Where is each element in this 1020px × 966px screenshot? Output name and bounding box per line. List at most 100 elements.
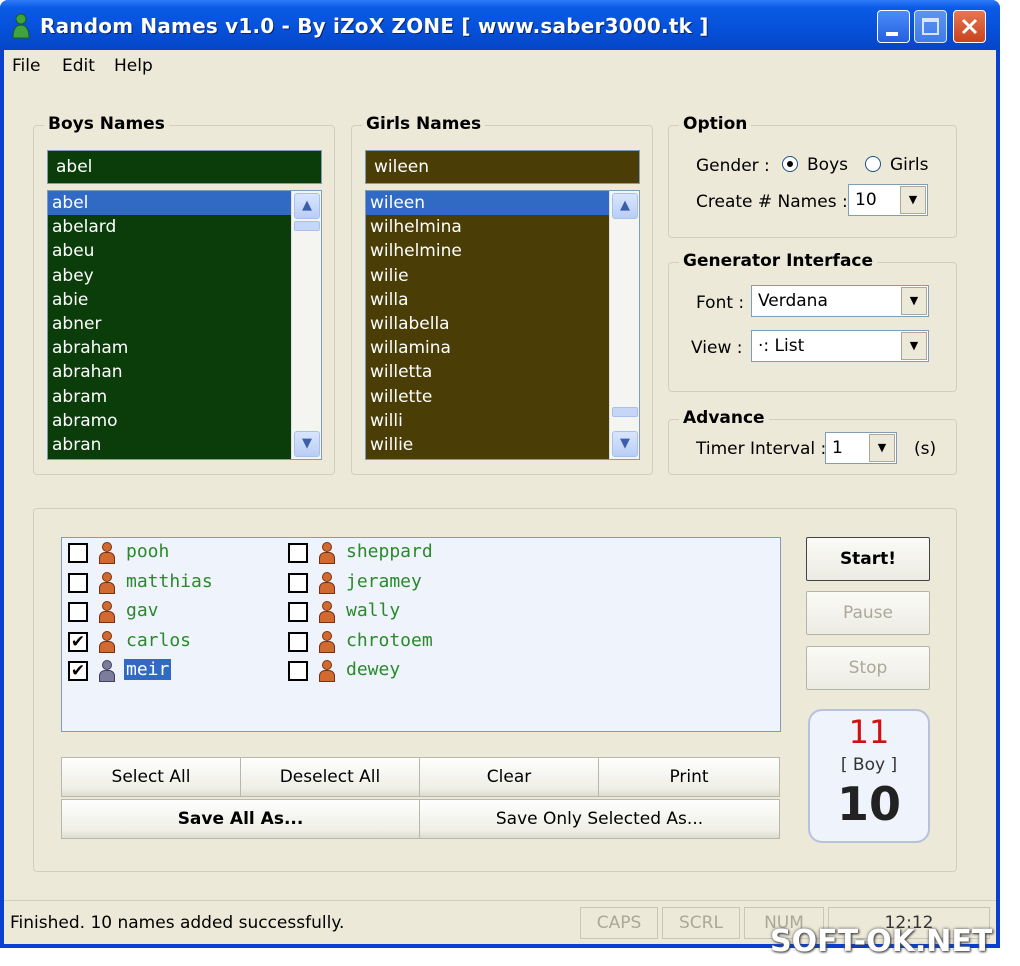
timer-interval-select[interactable]: 1 ▼	[825, 432, 897, 464]
stop-button[interactable]: Stop	[806, 646, 930, 690]
generated-name[interactable]: pooh	[124, 541, 171, 562]
girls-names-group: Girls Names wileen wileen wilhelmina wilhe…	[351, 114, 653, 475]
save-all-button[interactable]: Save All As...	[61, 799, 420, 839]
boys-list-item[interactable]: abram	[48, 385, 291, 409]
gender-girls-label[interactable]: Girls	[890, 155, 928, 175]
create-names-select[interactable]: 10 ▼	[848, 184, 928, 216]
boys-scrollbar[interactable]: ▲ ▼	[291, 191, 321, 459]
font-value: Verdana	[758, 291, 828, 311]
caps-indicator: CAPS	[580, 907, 658, 939]
girls-scroll-down-button[interactable]: ▼	[612, 431, 638, 457]
girls-list-item[interactable]: willetta	[366, 360, 609, 384]
title-bar[interactable]: Random Names v1.0 - By iZoX ZONE [ www.s…	[0, 0, 1000, 50]
generated-name[interactable]: matthias	[124, 571, 215, 592]
view-select[interactable]: ·: List ▼	[751, 330, 929, 362]
boys-scroll-thumb[interactable]	[294, 221, 320, 231]
girls-list-item[interactable]: willi	[366, 409, 609, 433]
girls-scrollbar[interactable]: ▲ ▼	[609, 191, 639, 459]
menu-edit[interactable]: Edit	[62, 56, 95, 76]
minimize-button[interactable]	[877, 10, 910, 43]
girls-list-item[interactable]: willa	[366, 288, 609, 312]
pause-button[interactable]: Pause	[806, 591, 930, 635]
name-checkbox[interactable]: ✔	[68, 631, 88, 652]
boys-list-item[interactable]: abeu	[48, 239, 291, 263]
create-names-label: Create # Names :	[696, 192, 848, 212]
girls-list-item[interactable]: willie	[366, 433, 609, 457]
girls-scroll-thumb[interactable]	[612, 407, 638, 417]
font-label: Font :	[696, 293, 745, 313]
girls-list-item[interactable]: wilhelmine	[366, 239, 609, 263]
view-label: View :	[691, 338, 743, 358]
boys-list-item[interactable]: abran	[48, 433, 291, 457]
start-button[interactable]: Start!	[806, 537, 930, 581]
maximize-button[interactable]	[914, 10, 947, 43]
watermark: SOFT-OK.NET	[770, 924, 993, 959]
boys-list-item[interactable]: abramo	[48, 409, 291, 433]
boys-name-input[interactable]: abel	[47, 150, 322, 184]
select-all-button[interactable]: Select All	[61, 757, 241, 797]
boys-scroll-up-button[interactable]: ▲	[294, 193, 320, 219]
dropdown-arrow-icon[interactable]: ▼	[901, 332, 927, 360]
girls-name-input[interactable]: wileen	[365, 150, 640, 184]
dropdown-arrow-icon[interactable]: ▼	[869, 434, 895, 462]
deselect-all-button[interactable]: Deselect All	[240, 757, 420, 797]
dropdown-arrow-icon[interactable]: ▼	[900, 186, 926, 214]
girls-list-item[interactable]: wileen	[366, 191, 609, 216]
girls-list-item[interactable]: willabella	[366, 312, 609, 336]
person-icon	[98, 571, 116, 594]
name-checkbox[interactable]	[68, 602, 88, 622]
generated-name[interactable]: carlos	[124, 630, 193, 651]
girls-names-list[interactable]: wileen wilhelmina wilhelmine wilie willa will…	[365, 190, 640, 460]
boys-list-item[interactable]: abel	[48, 191, 291, 216]
name-checkbox[interactable]	[68, 543, 88, 563]
name-checkbox[interactable]	[288, 572, 308, 593]
girls-list-item[interactable]: wilie	[366, 264, 609, 288]
timer-unit-label: (s)	[914, 439, 937, 459]
dropdown-arrow-icon[interactable]: ▼	[901, 287, 927, 315]
app-window: Random Names v1.0 - By iZoX ZONE [ www.s…	[0, 0, 1000, 948]
boys-list-item[interactable]: abraham	[48, 336, 291, 360]
boys-list-item[interactable]: abey	[48, 264, 291, 288]
menu-help[interactable]: Help	[114, 56, 153, 76]
boys-list-item[interactable]: abner	[48, 312, 291, 336]
boys-list-item[interactable]: abrahan	[48, 360, 291, 384]
girls-list-item[interactable]: willamina	[366, 336, 609, 360]
gender-boys-label[interactable]: Boys	[807, 155, 848, 175]
name-checkbox[interactable]	[288, 602, 308, 622]
generated-name[interactable]: sheppard	[344, 541, 435, 562]
girls-list-item[interactable]: willette	[366, 385, 609, 409]
font-select[interactable]: Verdana ▼	[751, 285, 929, 317]
generated-name[interactable]: chrotoem	[344, 630, 435, 651]
generated-names-list[interactable]: pooh matthias gav ✔ carlos ✔ meir sheppard jeram…	[61, 537, 781, 732]
print-button[interactable]: Print	[598, 757, 780, 797]
scrl-indicator: SCRL	[662, 907, 740, 939]
maximize-icon	[922, 18, 939, 35]
boys-list-item[interactable]: abelard	[48, 215, 291, 239]
person-icon	[98, 630, 116, 653]
gender-boys-radio[interactable]	[782, 156, 798, 172]
view-value: ·: List	[758, 336, 805, 356]
name-checkbox[interactable]	[68, 572, 88, 593]
name-checkbox[interactable]	[288, 661, 308, 681]
client-area: File Edit Help Boys Names abel abel abela…	[4, 50, 996, 944]
girls-list-item[interactable]: wilhelmina	[366, 215, 609, 239]
name-checkbox[interactable]: ✔	[68, 661, 88, 681]
boys-scroll-down-button[interactable]: ▼	[294, 431, 320, 457]
name-checkbox[interactable]	[288, 631, 308, 652]
option-legend: Option	[679, 114, 752, 134]
girls-scroll-up-button[interactable]: ▲	[612, 193, 638, 219]
gender-label: Gender :	[696, 156, 770, 176]
generated-name[interactable]: meir	[124, 659, 172, 680]
generated-name[interactable]: dewey	[344, 659, 402, 680]
gender-girls-radio[interactable]	[865, 156, 881, 172]
generated-name[interactable]: wally	[344, 600, 402, 621]
generated-name[interactable]: jeramey	[344, 571, 424, 592]
generated-name[interactable]: gav	[124, 600, 161, 621]
name-checkbox[interactable]	[288, 543, 308, 563]
boys-list-item[interactable]: abie	[48, 288, 291, 312]
menu-file[interactable]: File	[12, 56, 40, 76]
save-selected-button[interactable]: Save Only Selected As...	[419, 799, 780, 839]
clear-button[interactable]: Clear	[419, 757, 599, 797]
boys-names-list[interactable]: abel abelard abeu abey abie abner abraham abrah…	[47, 190, 322, 460]
close-button[interactable]	[953, 10, 986, 43]
